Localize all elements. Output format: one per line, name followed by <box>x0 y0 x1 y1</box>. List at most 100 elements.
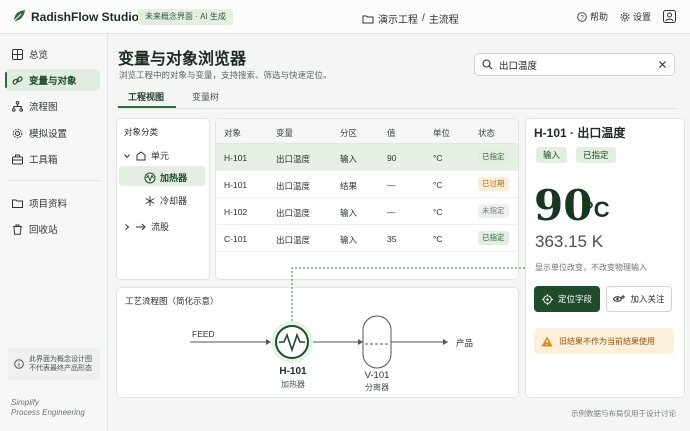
slogan: Simplify Process Engineering <box>11 398 85 418</box>
cell-zone: 输入 <box>340 235 358 245</box>
settings-label: 设置 <box>632 12 651 22</box>
eye-plus-icon <box>613 295 626 302</box>
help-button[interactable]: ? 帮助 <box>577 10 608 23</box>
unit-icon <box>136 150 146 160</box>
crosshair-icon <box>541 293 553 305</box>
sidebar-item-flowsheet[interactable]: 流程图 <box>5 95 100 117</box>
tab-project-view[interactable]: 工程视图 <box>128 90 164 103</box>
col-variable[interactable]: 变量 <box>276 127 293 139</box>
separator-name: 分离器 <box>365 383 389 392</box>
concept-note: 此界面为概念设计图 不代表最终产品形态 <box>8 348 100 380</box>
sidebar-item-label: 变量与对象 <box>29 76 77 87</box>
tree-node-unit[interactable]: 单元 <box>123 149 169 162</box>
sidebar-item-variables[interactable]: 变量与对象 <box>5 69 100 91</box>
link-icon <box>12 75 23 85</box>
slogan-line: Process Engineering <box>11 408 85 417</box>
status-badge: 已指定 <box>478 231 509 245</box>
tree-node-cooler[interactable]: 冷却器 <box>144 194 187 207</box>
cell-value: 90 <box>387 153 397 163</box>
stale-result-warning: 旧结果不作为当前结果使用 <box>534 328 674 354</box>
sidebar-divider <box>8 180 100 181</box>
heater-name: 加热器 <box>281 380 305 389</box>
settings-button[interactable]: 设置 <box>620 10 651 23</box>
toolbox-icon <box>12 154 23 164</box>
sidebar-item-simulation[interactable]: 模拟设置 <box>5 122 100 144</box>
col-object[interactable]: 对象 <box>224 127 241 139</box>
cell-unit: °C <box>433 234 443 244</box>
clear-icon[interactable] <box>658 60 667 69</box>
breadcrumb-flow[interactable]: 主流程 <box>429 11 459 26</box>
detail-unit: °C <box>585 197 610 222</box>
user-avatar-icon[interactable] <box>663 10 676 23</box>
detail-zone-tag: 输入 <box>536 147 568 163</box>
cell-object: H-102 <box>224 207 248 217</box>
breadcrumb: 演示工程 / 主流程 <box>362 11 459 26</box>
status-badge: 已过期 <box>478 177 509 191</box>
search-input[interactable]: 出口温度 <box>474 53 675 76</box>
col-zone[interactable]: 分区 <box>340 127 357 139</box>
flowsheet-title: 工艺流程图（简化示意） <box>125 296 219 306</box>
table-row[interactable]: H-101 出口温度 结果 — °C 已过期 <box>216 171 518 198</box>
tab-variable-tree[interactable]: 变量树 <box>192 90 219 103</box>
sidebar-item-label: 工具箱 <box>29 155 58 166</box>
concept-badge: 未来概念界面 · AI 生成 <box>138 9 233 25</box>
cell-variable: 出口温度 <box>276 181 311 191</box>
help-label: 帮助 <box>589 12 608 22</box>
info-icon <box>14 359 24 369</box>
cell-zone: 结果 <box>340 181 358 191</box>
detail-title: H-101 · 出口温度 <box>534 126 626 140</box>
top-bar: RadishFlow Studio 未来概念界面 · AI 生成 演示工程 / … <box>0 0 690 34</box>
search-value[interactable]: 出口温度 <box>499 58 652 72</box>
folder-icon <box>12 199 23 208</box>
col-unit[interactable]: 单位 <box>433 127 450 139</box>
table-row[interactable]: C-101 出口温度 输入 35 °C 已指定 <box>216 225 518 252</box>
help-icon: ? <box>577 11 587 22</box>
sidebar-item-label: 模拟设置 <box>29 129 68 140</box>
cell-unit: °C <box>433 153 443 163</box>
sidebar-item-toolbox[interactable]: 工具箱 <box>5 148 100 170</box>
tree-node-label: 单元 <box>151 151 170 161</box>
cell-unit: °C <box>433 207 443 217</box>
footer-note: 示例数据与布局仅用于设计讨论 <box>571 409 676 418</box>
sidebar-item-overview[interactable]: 总览 <box>5 43 100 65</box>
cell-object: H-101 <box>224 153 248 163</box>
snowflake-icon <box>145 195 155 206</box>
tree-node-stream[interactable]: 流股 <box>123 220 169 233</box>
table-header: 对象 变量 分区 值 单位 状态 <box>216 119 518 144</box>
detail-status-tag: 已指定 <box>576 147 616 163</box>
separator-tag: V-101 <box>364 370 390 381</box>
warning-text: 旧结果不作为当前结果使用 <box>559 336 655 346</box>
detail-kelvin: 363.15 K <box>535 232 604 251</box>
cell-variable: 出口温度 <box>276 208 311 218</box>
breadcrumb-project[interactable]: 演示工程 <box>378 11 418 26</box>
heater-tag: H-101 <box>279 366 307 377</box>
tree-node-heater[interactable]: 加热器 <box>144 171 187 184</box>
cell-object: C-101 <box>224 234 248 244</box>
gear-icon <box>12 128 23 138</box>
cell-zone: 输入 <box>340 208 358 218</box>
table-row[interactable]: H-101 出口温度 输入 90 °C 已指定 <box>216 144 518 171</box>
sidebar-item-label: 流程图 <box>29 102 58 113</box>
concept-note-line: 不代表最终产品形态 <box>29 365 92 372</box>
locate-field-button[interactable]: 定位字段 <box>534 286 600 312</box>
col-value[interactable]: 值 <box>387 127 396 139</box>
cell-object: H-101 <box>224 180 248 190</box>
cell-variable: 出口温度 <box>276 154 311 164</box>
col-status[interactable]: 状态 <box>478 127 495 139</box>
view-tabs: 工程视图 变量树 <box>118 90 690 107</box>
cell-value: — <box>387 180 396 190</box>
tree-node-label: 加热器 <box>160 173 188 183</box>
tree-title: 对象分类 <box>124 127 159 137</box>
detail-note: 显示单位改变，不改变物理输入 <box>535 263 647 272</box>
table-row[interactable]: H-102 出口温度 输入 — °C 未指定 <box>216 198 518 225</box>
warning-icon <box>541 336 553 346</box>
locate-field-label: 定位字段 <box>557 294 592 304</box>
sidebar: 总览 变量与对象 流程图 模拟设置 工具箱 项目资料 回收站 此界面为概念设计图… <box>0 34 108 431</box>
add-watch-button[interactable]: 加入关注 <box>606 286 672 312</box>
slogan-line: Simplify <box>11 398 40 407</box>
sidebar-item-project-docs[interactable]: 项目资料 <box>5 192 100 214</box>
page-title: 变量与对象浏览器 <box>118 51 247 68</box>
sidebar-item-trash[interactable]: 回收站 <box>5 218 100 240</box>
flow-icon <box>12 100 23 112</box>
tabs-divider <box>118 108 678 109</box>
